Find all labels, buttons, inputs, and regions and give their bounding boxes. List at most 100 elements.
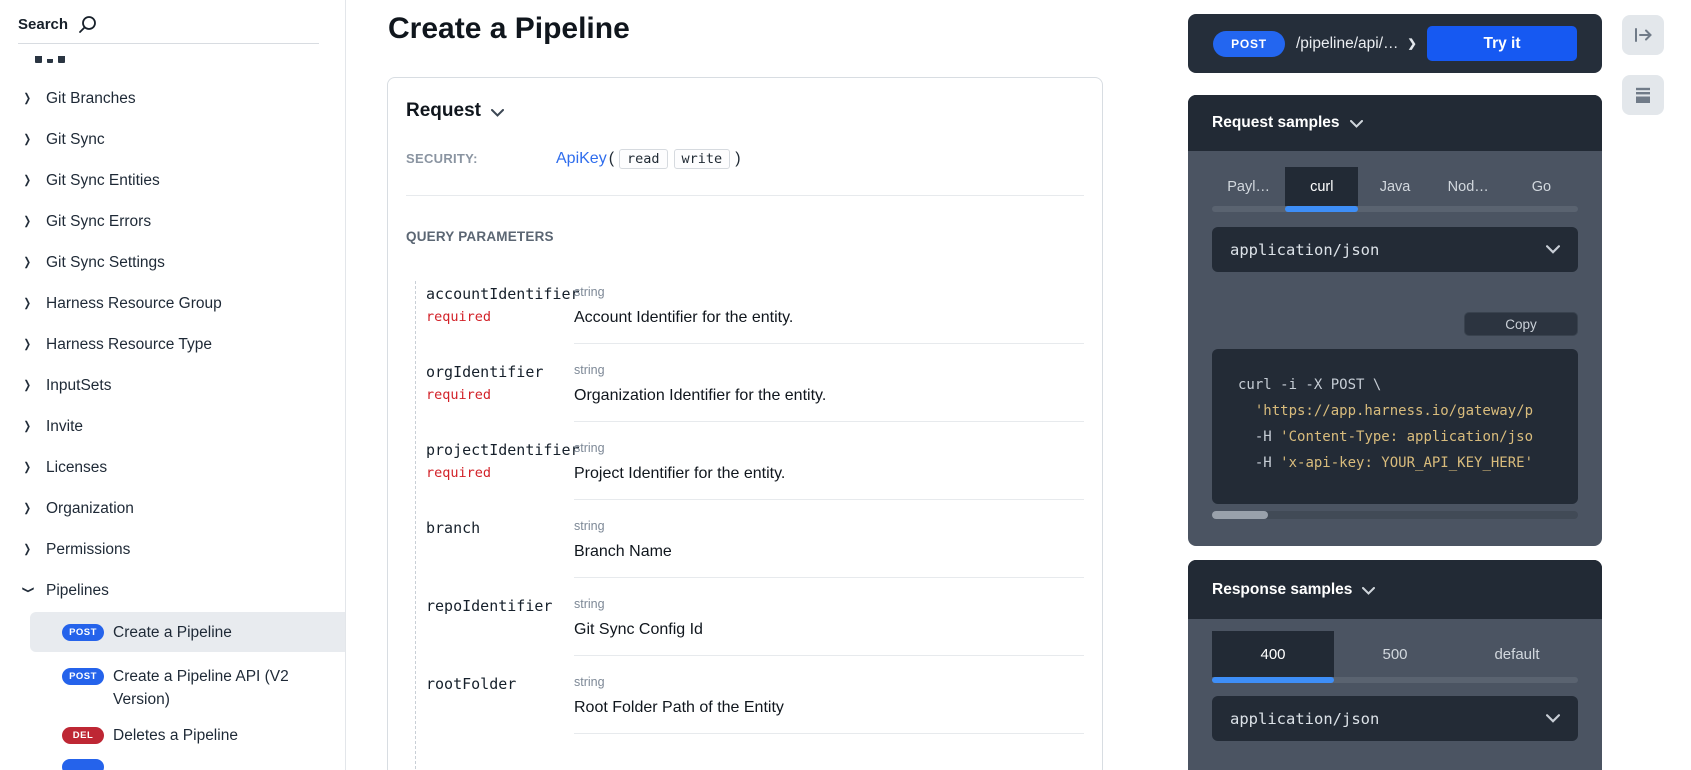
sidebar-item-label: Pipelines — [46, 582, 109, 600]
request-samples-title: Request samples — [1212, 114, 1340, 132]
active-tab-underline — [1285, 206, 1358, 212]
response-code-tabs: 400500default — [1212, 631, 1578, 677]
sidebar-nav: ❯ Git Branches ❯Git Sync❯Git Sync Entities… — [0, 78, 345, 611]
response-content-type-value: application/json — [1230, 710, 1379, 728]
samples-outline-button[interactable] — [1622, 75, 1664, 115]
sidebar-item-git-sync-settings[interactable]: ❯ Git Sync Settings — [0, 242, 345, 283]
tab-go[interactable]: Go — [1505, 167, 1578, 206]
sidebar-item-inputsets[interactable]: ❯InputSets — [0, 365, 345, 406]
sidebar-item-label: Git Sync Settings — [46, 254, 165, 272]
sidebar-divider — [18, 43, 319, 44]
chevron-right-icon: ❯ — [1408, 37, 1417, 50]
sidebar-item-pipelines[interactable]: ❯ Pipelines — [0, 570, 345, 611]
sidebar-item-label: Harness Resource Type — [46, 336, 212, 354]
tab-curl[interactable]: curl — [1285, 167, 1358, 206]
code-line: curl -i -X POST \ — [1238, 372, 1578, 398]
paren-open: ( — [609, 150, 614, 168]
param-detail-cell: stringGit Sync Config Id — [574, 593, 1084, 656]
request-samples-panel: Request samples Payl…curlJavaNod…Go appl… — [1188, 95, 1602, 546]
sidebar-item-label: Invite — [46, 418, 83, 436]
param-name-cell: repoIdentifier — [426, 593, 574, 656]
sidebar-item-harness-resource-group[interactable]: ❯Harness Resource Group — [0, 283, 345, 324]
param-required-flag: required — [426, 462, 574, 484]
tab-java[interactable]: Java — [1358, 167, 1431, 206]
sidebar-item-git-sync[interactable]: ❯Git Sync — [0, 119, 345, 160]
sidebar-operation-deletes-a-pipeline[interactable]: DELDeletes a Pipeline — [0, 724, 345, 747]
param-required-flag: required — [426, 384, 574, 406]
code-line: -H 'x-api-key: YOUR_API_KEY_HERE' — [1238, 450, 1578, 476]
response-samples-toggle[interactable]: Response samples — [1188, 560, 1602, 619]
try-it-button[interactable]: Try it — [1427, 26, 1577, 61]
sidebar-item-label: Permissions — [46, 541, 130, 559]
request-samples-toggle[interactable]: Request samples — [1188, 95, 1602, 151]
sidebar-item-label: Licenses — [46, 459, 107, 477]
param-name: repoIdentifier — [426, 594, 574, 618]
operation-label: Create a Pipeline — [113, 621, 232, 644]
param-name-cell: accountIdentifierrequired — [426, 281, 574, 344]
sidebar-item-label: Git Branches — [46, 90, 136, 108]
code-token: 'https://app.harness.io/gateway/p — [1255, 403, 1533, 419]
sidebar-item-harness-resource-type[interactable]: ❯ Harness Resource Type — [0, 324, 345, 365]
chevron-down-icon — [1362, 587, 1375, 595]
copy-button[interactable]: Copy — [1464, 312, 1578, 336]
section-divider — [406, 195, 1084, 196]
sidebar: Search ❯Git Branches❯Git Sync❯Git Sync E… — [0, 0, 346, 770]
param-detail-cell: string Account Identifier for the entity. — [574, 281, 1084, 344]
security-scheme-link[interactable]: ApiKey — [556, 150, 607, 168]
tab-nod[interactable]: Nod… — [1432, 167, 1505, 206]
sidebar-operation-create-a-pipeline-api-v2-version[interactable]: POSTCreate a Pipeline API (V2 Version) — [0, 665, 345, 711]
code-line: -H 'Content-Type: application/jso — [1238, 424, 1578, 450]
method-badge: POST — [1213, 31, 1285, 57]
search-button[interactable]: Search — [0, 0, 345, 43]
chevron-right-icon: ❯ — [24, 502, 33, 515]
response-tab-500[interactable]: 500 — [1334, 631, 1456, 677]
collapse-panel-button[interactable] — [1622, 15, 1664, 55]
code-token: 'x-api-key: YOUR_API_KEY_HERE' — [1280, 455, 1533, 471]
clipped-method-badge — [62, 759, 104, 770]
method-badge: POST — [62, 624, 104, 641]
param-name: projectIdentifier — [426, 438, 574, 462]
param-row-projectidentifier: projectIdentifierrequiredstringProject I… — [426, 437, 1084, 500]
chevron-right-icon: ❯ — [24, 256, 33, 269]
sidebar-item-git-sync-entities[interactable]: ❯Git Sync Entities — [0, 160, 345, 201]
param-description: Git Sync Config Id — [574, 618, 1084, 642]
tab-payl[interactable]: Payl… — [1212, 167, 1285, 206]
param-description: Branch Name — [574, 540, 1084, 564]
endpoint-bar[interactable]: POST /pipeline/api/… ❯ Try it — [1188, 14, 1602, 73]
response-content-type-dropdown[interactable]: application/json — [1212, 696, 1578, 741]
response-tab-default[interactable]: default — [1456, 631, 1578, 677]
param-detail-cell: stringProject Identifier for the entity. — [574, 437, 1084, 500]
chevron-right-icon: ❯ — [24, 92, 33, 105]
chevron-right-icon: ❯ — [24, 379, 33, 392]
param-detail-cell: stringRoot Folder Path of the Entity — [574, 671, 1084, 734]
chevron-right-icon: ❯ — [24, 543, 33, 556]
request-section-toggle[interactable]: Request — [406, 100, 1084, 122]
code-token — [1238, 403, 1255, 419]
sidebar-operation-create-a-pipeline[interactable]: POST Create a Pipeline — [30, 612, 345, 652]
request-content-type-dropdown[interactable]: application/json — [1212, 227, 1578, 272]
sidebar-item-git-branches[interactable]: ❯ Git Branches — [0, 78, 345, 119]
param-row-rootfolder: rootFolderstringRoot Folder Path of the … — [426, 671, 1084, 734]
sidebar-item-invite[interactable]: ❯Invite — [0, 406, 345, 447]
param-type: string — [574, 359, 1084, 379]
method-badge: DEL — [62, 727, 104, 744]
chevron-down-icon — [491, 109, 504, 117]
chevron-right-icon: ❯ — [24, 338, 33, 351]
param-name: orgIdentifier — [426, 360, 574, 384]
sidebar-item-organization[interactable]: ❯Organization — [0, 488, 345, 529]
param-name-cell: branch — [426, 515, 574, 578]
sidebar-item-licenses[interactable]: ❯Licenses — [0, 447, 345, 488]
api-docs-page: Search ❯Git Branches❯Git Sync❯Git Sync E… — [0, 0, 1691, 770]
chevron-right-icon: ❯ — [22, 586, 35, 595]
param-description: Account Identifier for the entity. — [574, 306, 1084, 330]
sidebar-item-git-sync-errors[interactable]: ❯Git Sync Errors — [0, 201, 345, 242]
sidebar-item-permissions[interactable]: ❯ Permissions — [0, 529, 345, 570]
response-tab-400[interactable]: 400 — [1212, 631, 1334, 677]
param-type: string — [574, 281, 1084, 301]
response-samples-title: Response samples — [1212, 581, 1352, 599]
response-samples-panel: Response samples 400500default applicati… — [1188, 560, 1602, 770]
security-label: SECURITY: — [406, 151, 556, 166]
param-detail-cell: stringOrganization Identifier for the en… — [574, 359, 1084, 422]
code-scrollbar-thumb[interactable] — [1212, 511, 1268, 519]
query-parameters-list: accountIdentifierrequiredstring Account I… — [415, 281, 1084, 770]
